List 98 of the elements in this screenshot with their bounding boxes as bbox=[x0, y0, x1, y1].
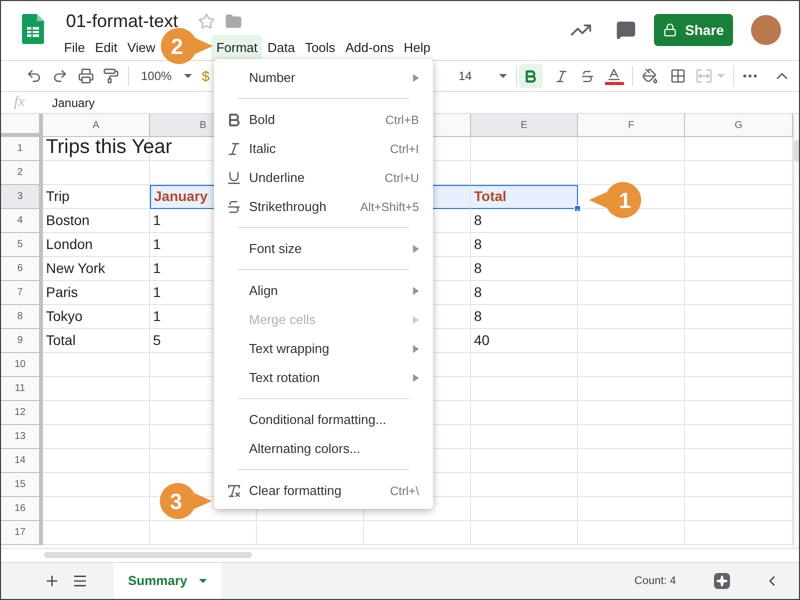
explore-icon[interactable] bbox=[714, 573, 730, 589]
merge-cells-icon[interactable] bbox=[696, 69, 712, 83]
row-header[interactable]: 6 bbox=[1, 257, 43, 281]
row-header[interactable]: 10 bbox=[1, 353, 43, 377]
menu-option[interactable]: Conditional formatting... bbox=[214, 405, 433, 434]
shortcut-text: Ctrl+U bbox=[384, 170, 419, 186]
formula-input[interactable]: January bbox=[52, 94, 95, 112]
menu-option[interactable]: Clear formatting Ctrl+\ bbox=[214, 476, 433, 505]
submenu-arrow-icon bbox=[413, 316, 419, 324]
menu-item[interactable]: Tools bbox=[300, 35, 340, 60]
shortcut-text: Ctrl+B bbox=[385, 112, 419, 128]
paint-format-icon[interactable] bbox=[103, 68, 119, 84]
strikethrough-icon bbox=[226, 198, 242, 214]
menu-item[interactable]: File bbox=[59, 35, 90, 60]
table-cell: 8 bbox=[471, 305, 578, 329]
row-header[interactable]: 16 bbox=[1, 497, 43, 521]
caret-icon bbox=[498, 74, 506, 78]
menu-option[interactable]: Number bbox=[214, 63, 433, 92]
comment-icon[interactable] bbox=[616, 20, 636, 40]
submenu-arrow-icon bbox=[413, 244, 419, 252]
caret-icon bbox=[199, 579, 208, 583]
menu-item[interactable]: View bbox=[122, 35, 160, 60]
row-header[interactable]: 3 bbox=[1, 185, 43, 209]
menu-item[interactable]: Add-ons bbox=[340, 35, 399, 60]
table-cell: 8 bbox=[471, 281, 578, 305]
document-title[interactable]: 01-format-text bbox=[66, 10, 178, 32]
row-header[interactable]: 14 bbox=[1, 449, 43, 473]
shortcut-text: Ctrl+\ bbox=[390, 482, 419, 500]
column-header[interactable]: F bbox=[578, 114, 685, 137]
shortcut-text: Ctrl+I bbox=[390, 140, 419, 158]
table-cell: Total bbox=[43, 329, 150, 353]
row-header[interactable]: 1 bbox=[1, 137, 43, 161]
submenu-arrow-icon bbox=[413, 74, 419, 82]
add-sheet-icon[interactable] bbox=[44, 573, 60, 589]
function-label: fx bbox=[14, 93, 26, 112]
table-cell: 8 bbox=[471, 257, 578, 281]
menu-item[interactable]: Format bbox=[211, 35, 262, 60]
menu-item[interactable]: Edit bbox=[90, 35, 122, 60]
bold-icon bbox=[226, 112, 242, 128]
redo-icon[interactable] bbox=[52, 68, 68, 84]
sheet-title-text: Trips this Year bbox=[46, 135, 172, 159]
row-header[interactable]: 8 bbox=[1, 305, 43, 329]
bold-button[interactable] bbox=[518, 64, 542, 88]
menu-item[interactable]: Help bbox=[398, 35, 436, 60]
table-cell: New York bbox=[43, 257, 150, 281]
sheet-tab[interactable]: Summary bbox=[114, 563, 222, 599]
row-header[interactable]: 4 bbox=[1, 209, 43, 233]
bold-icon bbox=[523, 68, 538, 84]
undo-icon[interactable] bbox=[26, 68, 42, 84]
submenu-arrow-icon bbox=[413, 374, 419, 382]
fill-handle[interactable] bbox=[574, 205, 581, 212]
row-header[interactable]: 9 bbox=[1, 329, 43, 353]
sheets-logo-icon[interactable] bbox=[22, 14, 44, 44]
vertical-scrollbar[interactable] bbox=[793, 114, 799, 548]
table-cell: Tokyo bbox=[43, 305, 150, 329]
row-header[interactable]: 13 bbox=[1, 425, 43, 449]
print-icon[interactable] bbox=[78, 68, 94, 84]
column-header[interactable]: E bbox=[471, 114, 578, 137]
row-header[interactable]: 12 bbox=[1, 401, 43, 425]
table-cell: London bbox=[43, 233, 150, 257]
menu-item[interactable]: Data bbox=[262, 35, 300, 60]
zoom-dropdown[interactable]: 100% bbox=[141, 67, 192, 85]
row-header[interactable]: 2 bbox=[1, 161, 43, 185]
table-cell: 8 bbox=[471, 209, 578, 233]
submenu-arrow-icon bbox=[413, 286, 419, 294]
underline-icon bbox=[226, 170, 242, 186]
share-button[interactable]: Share bbox=[654, 14, 733, 46]
row-header[interactable]: 7 bbox=[1, 281, 43, 305]
table-cell: 8 bbox=[471, 233, 578, 257]
fill-color-icon[interactable] bbox=[642, 68, 658, 84]
clear-formatting-icon bbox=[226, 482, 242, 498]
table-cell: Boston bbox=[43, 209, 150, 233]
currency-format-button[interactable]: $ bbox=[202, 66, 210, 86]
caret-icon bbox=[716, 74, 724, 78]
italic-icon bbox=[226, 140, 242, 156]
star-icon[interactable] bbox=[198, 12, 216, 30]
menu-option[interactable]: Italic Ctrl+I bbox=[214, 134, 433, 163]
italic-icon[interactable] bbox=[554, 68, 568, 84]
table-cell: Paris bbox=[43, 281, 150, 305]
row-header[interactable]: 15 bbox=[1, 473, 43, 497]
avatar[interactable] bbox=[751, 15, 781, 45]
font-size-dropdown[interactable]: 14 bbox=[458, 67, 506, 85]
menu-option[interactable]: Alternating colors... bbox=[214, 434, 433, 463]
caret-icon bbox=[184, 74, 192, 78]
text-color-icon[interactable] bbox=[604, 67, 624, 85]
table-cell: Total bbox=[471, 185, 578, 209]
submenu-arrow-icon bbox=[413, 344, 419, 352]
sheet-list-icon[interactable] bbox=[72, 573, 88, 589]
row-header[interactable]: 11 bbox=[1, 377, 43, 401]
borders-icon[interactable] bbox=[670, 68, 686, 84]
strikethrough-icon[interactable] bbox=[580, 68, 594, 84]
lock-icon bbox=[663, 23, 678, 37]
shortcut-text: Alt+Shift+5 bbox=[360, 198, 419, 216]
menu-option[interactable]: Text rotation bbox=[214, 363, 433, 392]
status-count[interactable]: Count: 4 bbox=[634, 572, 676, 590]
row-header[interactable]: 17 bbox=[1, 521, 43, 545]
table-cell: 40 bbox=[471, 329, 578, 353]
row-header[interactable]: 5 bbox=[1, 233, 43, 257]
